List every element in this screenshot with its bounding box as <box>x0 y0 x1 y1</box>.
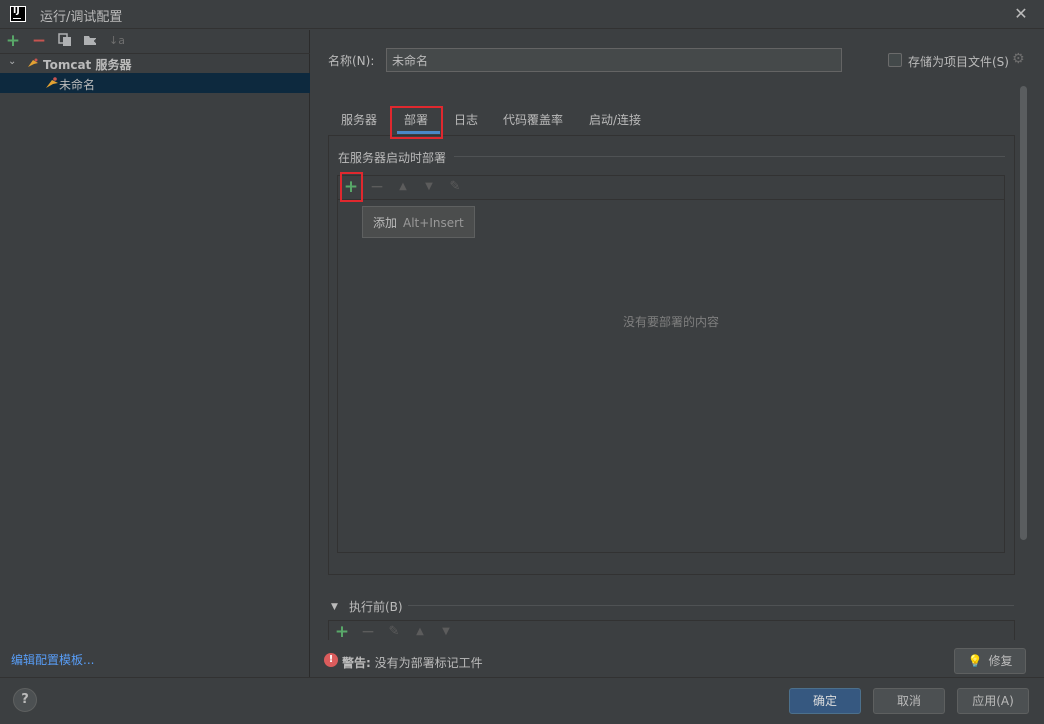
config-tree-panel <box>0 30 310 677</box>
gear-icon[interactable]: ⚙ <box>1012 52 1026 66</box>
section-divider <box>454 156 1005 157</box>
warning-message: 没有为部署标记工件 <box>370 656 483 670</box>
move-up-icon: ▲ <box>399 181 407 192</box>
add-icon[interactable]: + <box>5 33 21 50</box>
fix-button-label: 修复 <box>988 654 1013 668</box>
tab-startup-connection[interactable]: 启动/连接 <box>589 111 641 135</box>
before-launch-list <box>328 620 1015 640</box>
before-launch-label[interactable]: 执行前(B) <box>349 598 403 615</box>
tomcat-icon <box>45 76 59 93</box>
edit-icon: ✎ <box>449 179 461 194</box>
empty-state-text: 没有要部署的内容 <box>623 315 720 329</box>
add-tooltip: 添加 Alt+Insert <box>362 206 475 238</box>
store-as-project-file-label[interactable]: 存储为项目文件(S) <box>908 53 1009 70</box>
apply-button[interactable]: 应用(A) <box>957 688 1029 714</box>
deploy-section-title: 在服务器启动时部署 <box>338 151 447 165</box>
tree-item-label: 未命名 <box>59 78 96 92</box>
sort-icon[interactable]: ↓a <box>109 33 125 49</box>
before-launch-divider <box>408 605 1014 606</box>
tooltip-shortcut: Alt+Insert <box>403 216 464 230</box>
remove-icon: − <box>369 177 385 197</box>
close-icon[interactable]: ✕ <box>1010 4 1032 24</box>
tree-group-tomcat[interactable]: ⌄ Tomcat 服务器 <box>0 54 310 73</box>
cancel-button[interactable]: 取消 <box>873 688 945 714</box>
ok-button[interactable]: 确定 <box>789 688 861 714</box>
move-down-icon: ▼ <box>442 626 450 637</box>
store-as-project-file-checkbox[interactable] <box>888 53 902 67</box>
move-down-icon: ▼ <box>425 181 433 192</box>
add-button-highlight <box>340 172 363 202</box>
new-folder-icon[interactable] <box>83 33 99 49</box>
help-button[interactable]: ? <box>13 688 37 712</box>
lightbulb-icon: 💡 <box>967 654 983 668</box>
chevron-down-icon[interactable]: ▼ <box>331 602 338 612</box>
move-up-icon: ▲ <box>416 626 424 637</box>
warning-prefix: 警告: <box>342 656 371 670</box>
bottom-divider <box>0 677 1044 678</box>
tooltip-label: 添加 <box>373 216 398 230</box>
remove-icon[interactable]: − <box>31 33 47 50</box>
tab-highlight <box>390 106 443 139</box>
title-bar <box>0 0 1044 29</box>
name-label: 名称(N): <box>328 54 375 68</box>
add-icon[interactable]: + <box>334 624 350 641</box>
tree-item-unnamed[interactable]: 未命名 <box>0 73 310 93</box>
edit-templates-link[interactable]: 编辑配置模板... <box>11 651 94 668</box>
tomcat-icon <box>27 57 39 72</box>
warning-text: 警告: 没有为部署标记工件 <box>342 654 483 671</box>
fix-button[interactable]: 💡 修复 <box>954 648 1026 674</box>
tab-server[interactable]: 服务器 <box>341 111 377 135</box>
tree-group-label: Tomcat 服务器 <box>43 58 132 72</box>
remove-icon: − <box>360 622 376 642</box>
tab-logs[interactable]: 日志 <box>454 111 478 135</box>
chevron-down-icon[interactable]: ⌄ <box>8 56 16 67</box>
window-title: 运行/调试配置 <box>40 10 123 25</box>
error-icon: ! <box>324 653 338 667</box>
intellij-logo-icon: IJ <box>10 6 26 22</box>
tab-code-coverage[interactable]: 代码覆盖率 <box>503 111 563 135</box>
scrollbar-thumb[interactable] <box>1020 86 1027 540</box>
copy-icon[interactable] <box>57 33 73 49</box>
edit-icon: ✎ <box>388 624 400 639</box>
name-input[interactable]: 未命名 <box>386 48 842 72</box>
deploy-toolbar-divider <box>338 199 1004 200</box>
